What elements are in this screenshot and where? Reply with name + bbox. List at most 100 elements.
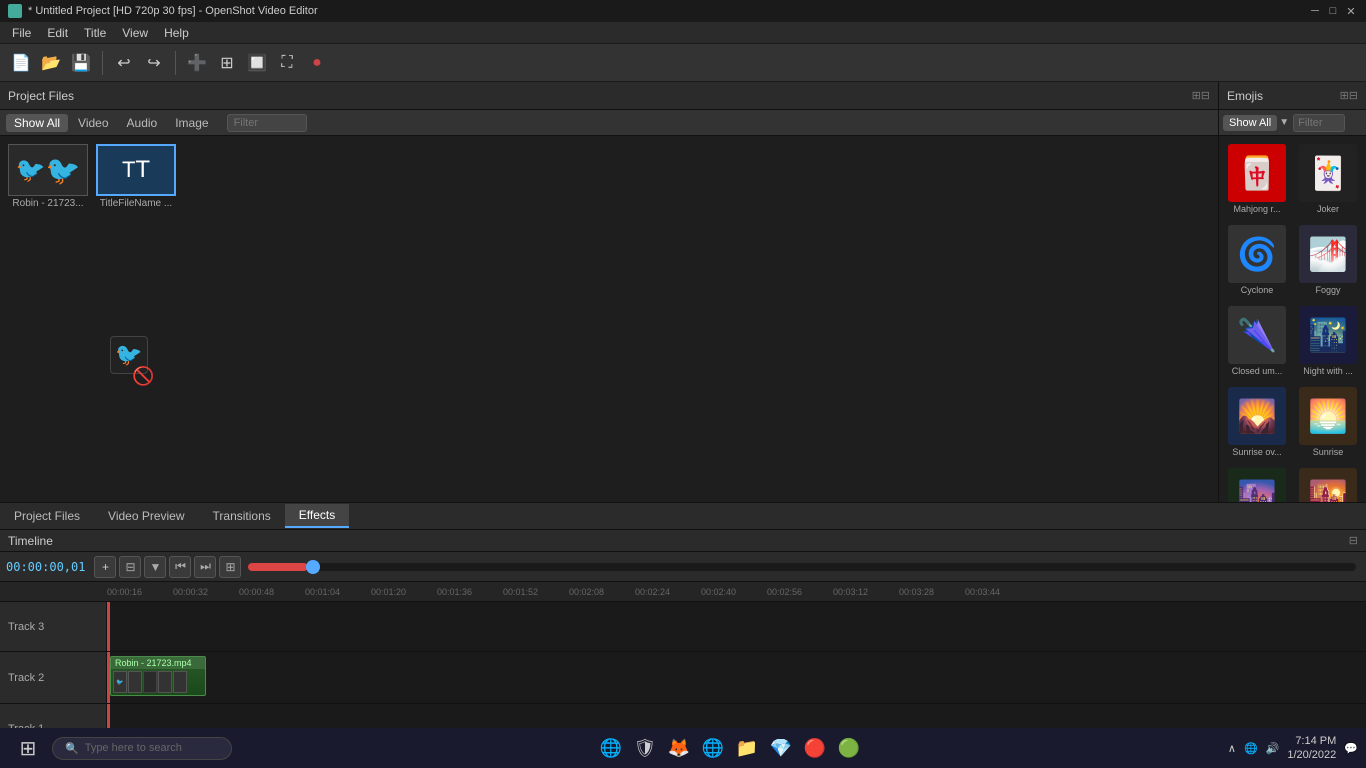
volume-icon: 🔊 bbox=[1266, 742, 1280, 755]
taskbar-icon-firefox[interactable]: 🦊 bbox=[663, 732, 695, 764]
tab-image[interactable]: Image bbox=[167, 114, 216, 132]
emoji-label-4: Closed um... bbox=[1232, 366, 1283, 376]
search-placeholder: Type here to search bbox=[85, 742, 182, 754]
ruler-mark-10: 00:02:56 bbox=[767, 587, 833, 597]
separator-2 bbox=[175, 51, 176, 75]
export-button[interactable]: ● bbox=[304, 50, 330, 76]
project-filter-input[interactable] bbox=[227, 114, 307, 132]
taskbar-icon-app2[interactable]: 🔴 bbox=[799, 732, 831, 764]
timeline-progress-bar[interactable] bbox=[248, 563, 1356, 571]
taskbar-center: 🌐 🛡 🦊 🌐 📁 💎 🔴 🟢 bbox=[595, 732, 865, 764]
emoji-item-7[interactable]: 🌅 Sunrise bbox=[1294, 383, 1362, 461]
maximize-button[interactable]: □ bbox=[1326, 4, 1340, 18]
tab-transitions[interactable]: Transitions bbox=[199, 505, 285, 527]
tab-effects[interactable]: Effects bbox=[285, 504, 349, 528]
emoji-thumb-7: 🌅 bbox=[1299, 387, 1357, 445]
menu-edit[interactable]: Edit bbox=[39, 24, 76, 42]
sys-tray-up[interactable]: ∧ bbox=[1228, 742, 1236, 755]
menu-title[interactable]: Title bbox=[76, 24, 114, 42]
robin-label: Robin - 21723... bbox=[12, 198, 83, 209]
taskbar-icon-app1[interactable]: 💎 bbox=[765, 732, 797, 764]
tab-video[interactable]: Video bbox=[70, 114, 116, 132]
emojis-header-icons: ⊞⊟ bbox=[1340, 89, 1358, 102]
emoji-thumb-0: 🀄 bbox=[1228, 144, 1286, 202]
taskbar: ⊞ 🔍 Type here to search 🌐 🛡 🦊 🌐 📁 💎 🔴 🟢 … bbox=[0, 728, 1366, 768]
save-button[interactable]: 💾 bbox=[68, 50, 94, 76]
timeline-progress-fill bbox=[248, 563, 308, 571]
emoji-item-9[interactable]: 🌇 Sunset bbox=[1294, 464, 1362, 502]
emoji-item-1[interactable]: 🃏 Joker bbox=[1294, 140, 1362, 218]
timeline-scrubber-handle[interactable] bbox=[306, 560, 320, 574]
taskbar-icon-explorer[interactable]: 📁 bbox=[731, 732, 763, 764]
emoji-item-4[interactable]: 🌂 Closed um... bbox=[1223, 302, 1291, 380]
emoji-item-8[interactable]: 🌆 Cityscape ... bbox=[1223, 464, 1291, 502]
clip-robin[interactable]: Robin - 21723.mp4 🐦 bbox=[110, 656, 206, 696]
menu-view[interactable]: View bbox=[114, 24, 156, 42]
taskbar-search[interactable]: 🔍 Type here to search bbox=[52, 737, 232, 760]
timeline-next-btn[interactable]: ⏭ bbox=[194, 556, 216, 578]
clip-title-bar: Robin - 21723.mp4 bbox=[111, 657, 205, 669]
new-button[interactable]: 📄 bbox=[8, 50, 34, 76]
timecode: 00:00:00,01 bbox=[6, 560, 85, 574]
separator-1 bbox=[102, 51, 103, 75]
close-button[interactable]: ✕ bbox=[1344, 4, 1358, 18]
emojis-grid: 🀄 Mahjong r... 🃏 Joker 🌀 Cyclone 🌁 Foggy… bbox=[1219, 136, 1366, 502]
titlebar-controls: ─ □ ✕ bbox=[1308, 4, 1358, 18]
emoji-item-0[interactable]: 🀄 Mahjong r... bbox=[1223, 140, 1291, 218]
undo-button[interactable]: ↩ bbox=[111, 50, 137, 76]
emoji-label-2: Cyclone bbox=[1241, 285, 1274, 295]
menu-file[interactable]: File bbox=[4, 24, 39, 42]
ruler-mark-12: 00:03:28 bbox=[899, 587, 965, 597]
tab-audio[interactable]: Audio bbox=[119, 114, 166, 132]
zoom-in-button[interactable]: 🔲 bbox=[244, 50, 270, 76]
track-2-content[interactable]: Robin - 21723.mp4 🐦 bbox=[107, 652, 1366, 703]
notification-icon[interactable]: 💬 bbox=[1344, 742, 1358, 755]
add-track-button[interactable]: ➕ bbox=[184, 50, 210, 76]
add-track-tl-button[interactable]: + bbox=[94, 556, 116, 578]
redo-button[interactable]: ↪ bbox=[141, 50, 167, 76]
timeline-filter-btn[interactable]: ▼ bbox=[144, 556, 166, 578]
emojis-filter-input[interactable] bbox=[1293, 114, 1345, 132]
ruler-mark-4: 00:01:20 bbox=[371, 587, 437, 597]
tab-video-preview[interactable]: Video Preview bbox=[94, 505, 199, 527]
emojis-panel: Emojis ⊞⊟ Show All ▼ 🀄 Mahjong r... 🃏 Jo… bbox=[1218, 82, 1366, 502]
ruler-mark-3: 00:01:04 bbox=[305, 587, 371, 597]
timeline-prev-btn[interactable]: ⏮ bbox=[169, 556, 191, 578]
start-button[interactable]: ⊞ bbox=[8, 732, 48, 764]
tab-show-all[interactable]: Show All bbox=[6, 114, 68, 132]
open-button[interactable]: 📂 bbox=[38, 50, 64, 76]
taskbar-icon-edge[interactable]: 🌐 bbox=[595, 732, 627, 764]
center-button[interactable]: ⊞ bbox=[214, 50, 240, 76]
emoji-item-6[interactable]: 🌄 Sunrise ov... bbox=[1223, 383, 1291, 461]
menu-help[interactable]: Help bbox=[156, 24, 197, 42]
emoji-label-0: Mahjong r... bbox=[1233, 204, 1280, 214]
project-tabs: Show All Video Audio Image bbox=[0, 110, 1218, 136]
project-content: 🐦 Robin - 21723... T TitleFileName ... 🐦… bbox=[0, 136, 1218, 502]
timeline-zoom-out[interactable]: ⊟ bbox=[119, 556, 141, 578]
minimize-button[interactable]: ─ bbox=[1308, 4, 1322, 18]
titlebar-title: * Untitled Project [HD 720p 30 fps] - Op… bbox=[28, 5, 318, 17]
emojis-chevron[interactable]: ▼ bbox=[1279, 117, 1289, 128]
track-3-start-marker bbox=[107, 602, 110, 651]
taskbar-icon-brave[interactable]: 🛡 bbox=[629, 732, 661, 764]
title-thumbnail: T bbox=[96, 144, 176, 196]
emoji-item-5[interactable]: 🌃 Night with ... bbox=[1294, 302, 1362, 380]
track-3-content[interactable] bbox=[107, 602, 1366, 651]
tab-project-files[interactable]: Project Files bbox=[0, 505, 94, 527]
menubar: File Edit Title View Help bbox=[0, 22, 1366, 44]
emoji-item-3[interactable]: 🌁 Foggy bbox=[1294, 221, 1362, 299]
emoji-item-2[interactable]: 🌀 Cyclone bbox=[1223, 221, 1291, 299]
project-file-robin[interactable]: 🐦 Robin - 21723... bbox=[8, 144, 88, 209]
emojis-show-all[interactable]: Show All bbox=[1223, 115, 1277, 131]
ruler-mark-5: 00:01:36 bbox=[437, 587, 503, 597]
timeline-play-btn[interactable]: ⊞ bbox=[219, 556, 241, 578]
taskbar-icon-app3[interactable]: 🟢 bbox=[833, 732, 865, 764]
bottom-tabs: Project Files Video Preview Transitions … bbox=[0, 502, 1366, 530]
taskbar-icon-chrome[interactable]: 🌐 bbox=[697, 732, 729, 764]
timeline-header: Timeline ⊟ bbox=[0, 530, 1366, 552]
project-file-title[interactable]: T TitleFileName ... bbox=[96, 144, 176, 209]
fullscreen-button[interactable]: ⛶ bbox=[274, 50, 300, 76]
app-icon bbox=[8, 4, 22, 18]
ruler-mark-6: 00:01:52 bbox=[503, 587, 569, 597]
track-row-2: Track 2 Robin - 21723.mp4 🐦 bbox=[0, 652, 1366, 704]
